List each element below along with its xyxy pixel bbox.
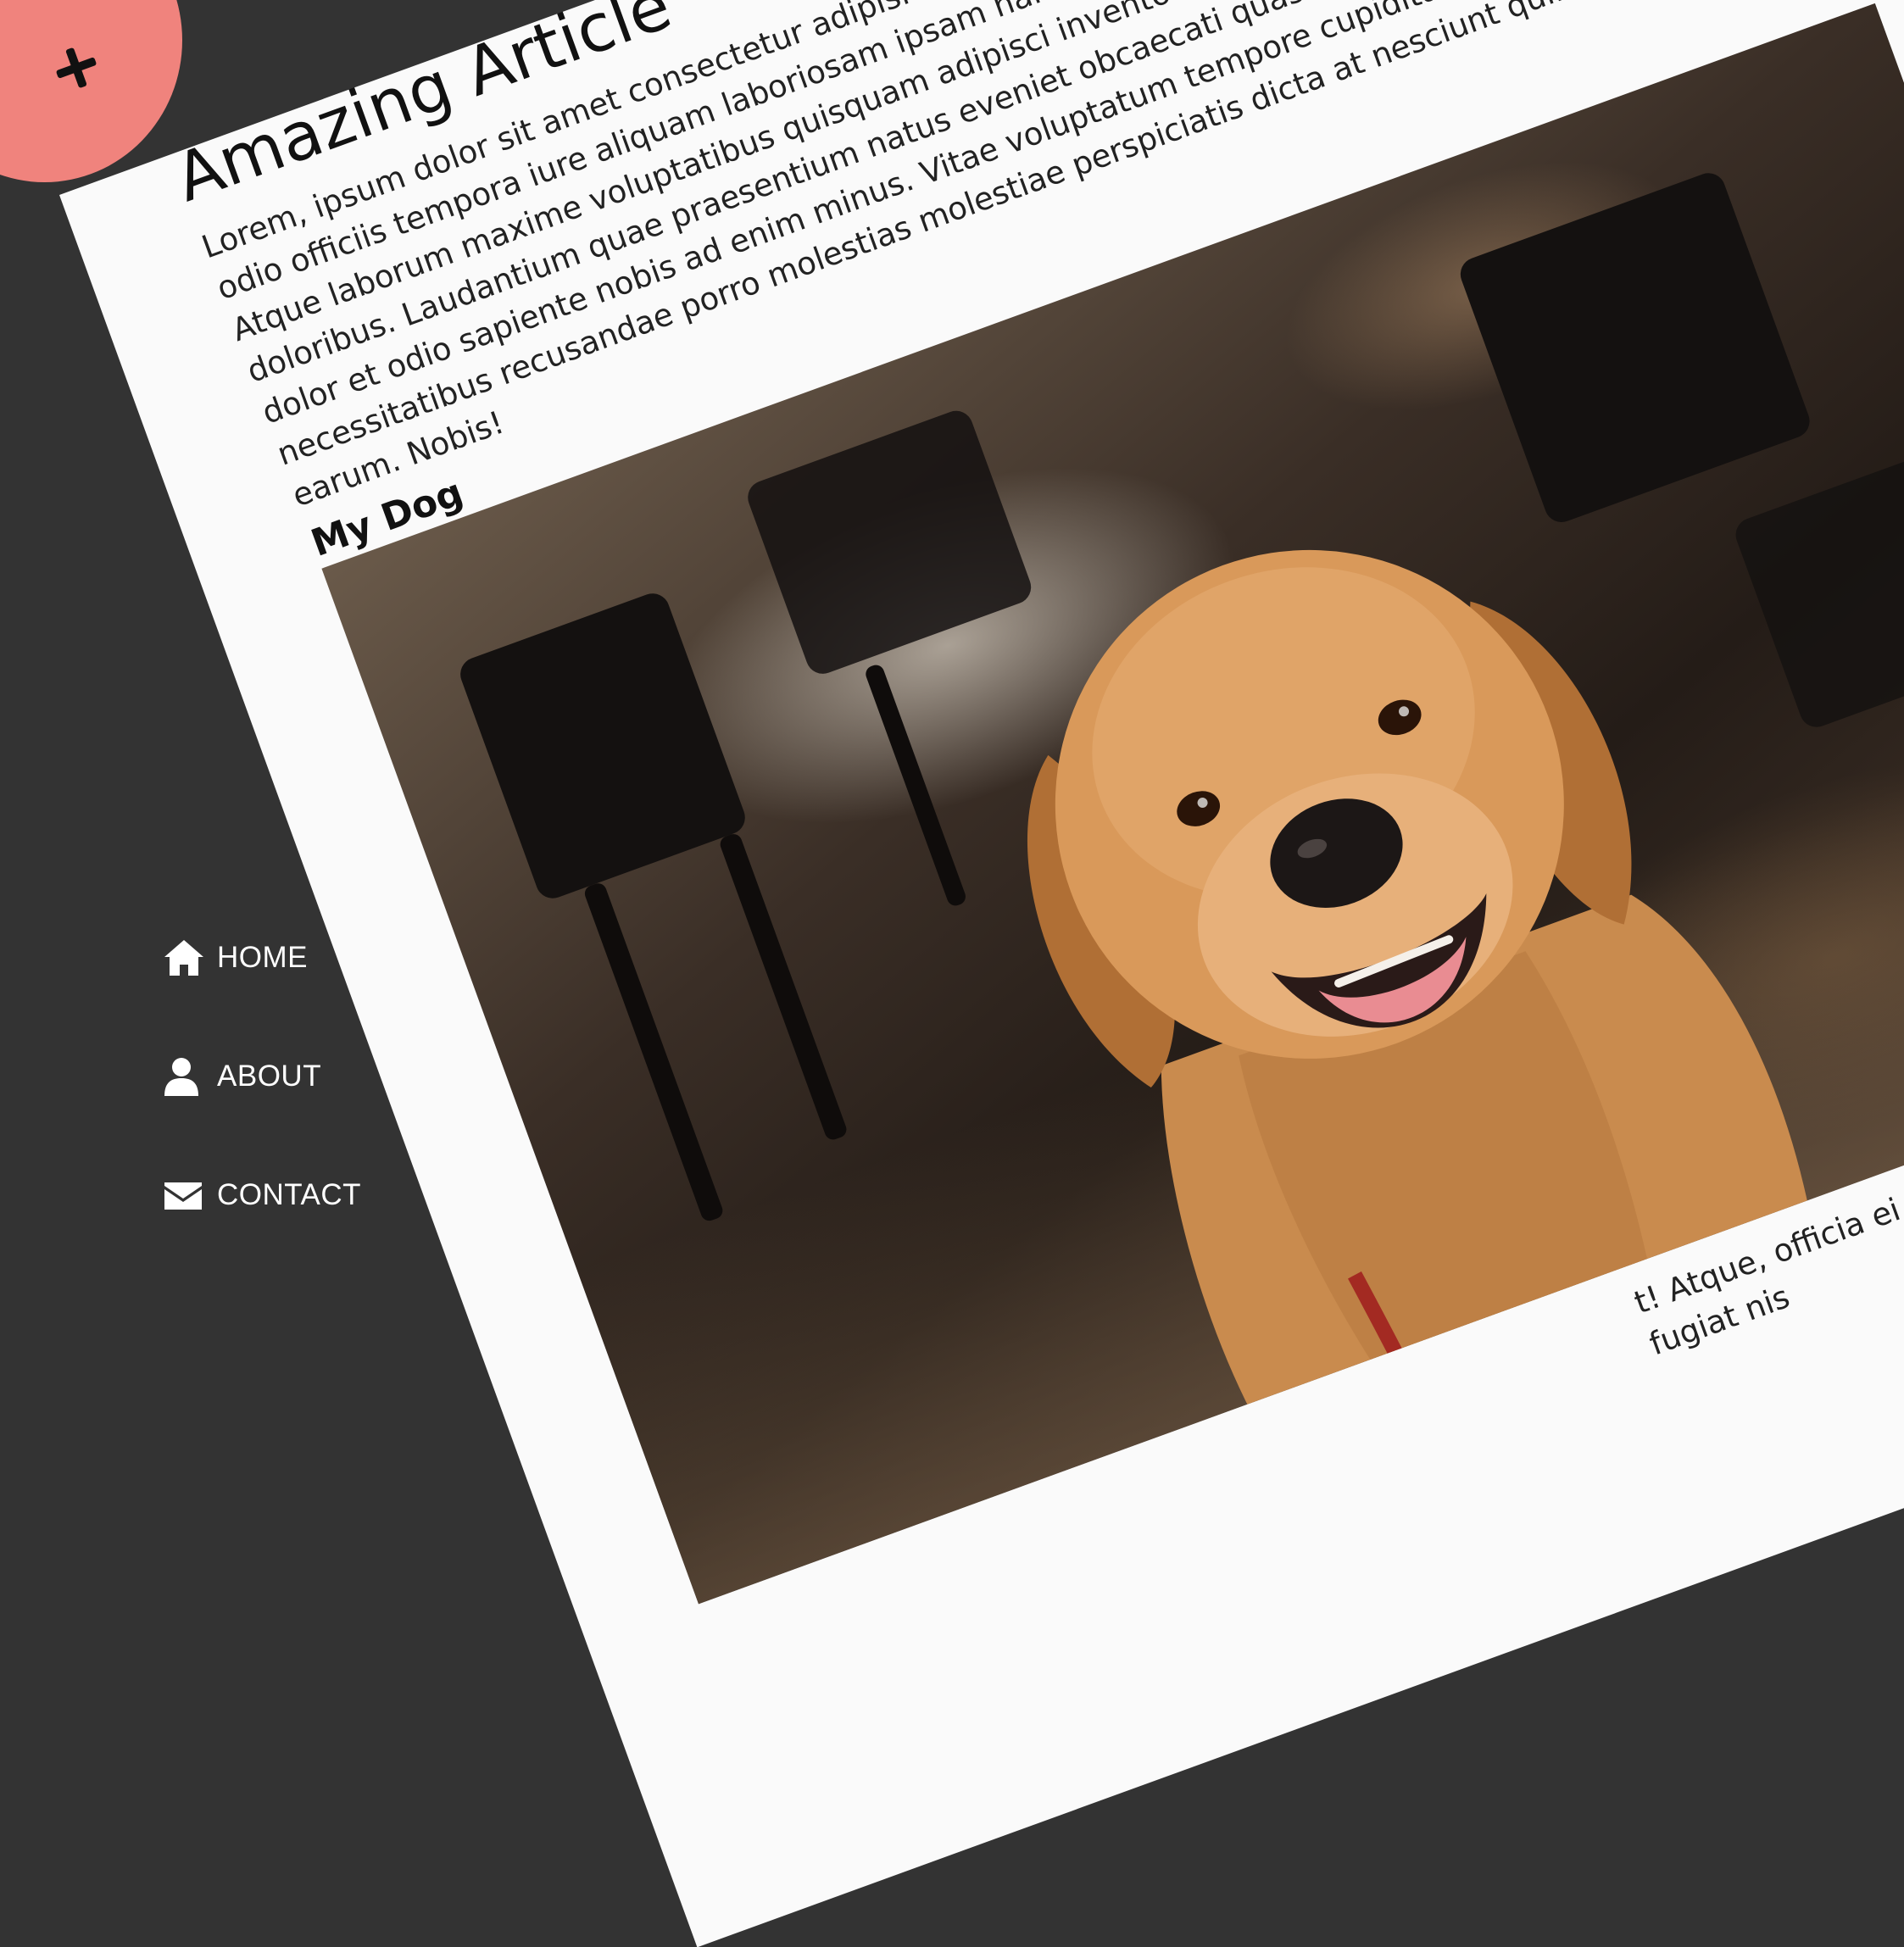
nav-label: ABOUT xyxy=(217,1060,322,1093)
close-icon xyxy=(56,47,97,88)
nav-label: HOME xyxy=(217,941,308,974)
chair-leg xyxy=(582,881,726,1223)
sidebar-nav: HOME ABOUT CONTACT xyxy=(163,932,361,1288)
nav-item-home[interactable]: HOME xyxy=(163,932,361,983)
nav-label: CONTACT xyxy=(217,1178,362,1211)
user-icon xyxy=(164,1058,198,1096)
close-menu-button[interactable] xyxy=(0,0,182,182)
nav-item-about[interactable]: ABOUT xyxy=(163,1051,361,1102)
chair-leg xyxy=(717,832,849,1143)
background-chair xyxy=(455,588,750,904)
envelope-icon xyxy=(164,1182,202,1210)
home-icon xyxy=(164,940,203,976)
nav-item-contact[interactable]: CONTACT xyxy=(163,1170,361,1221)
background-chair xyxy=(1730,431,1904,732)
